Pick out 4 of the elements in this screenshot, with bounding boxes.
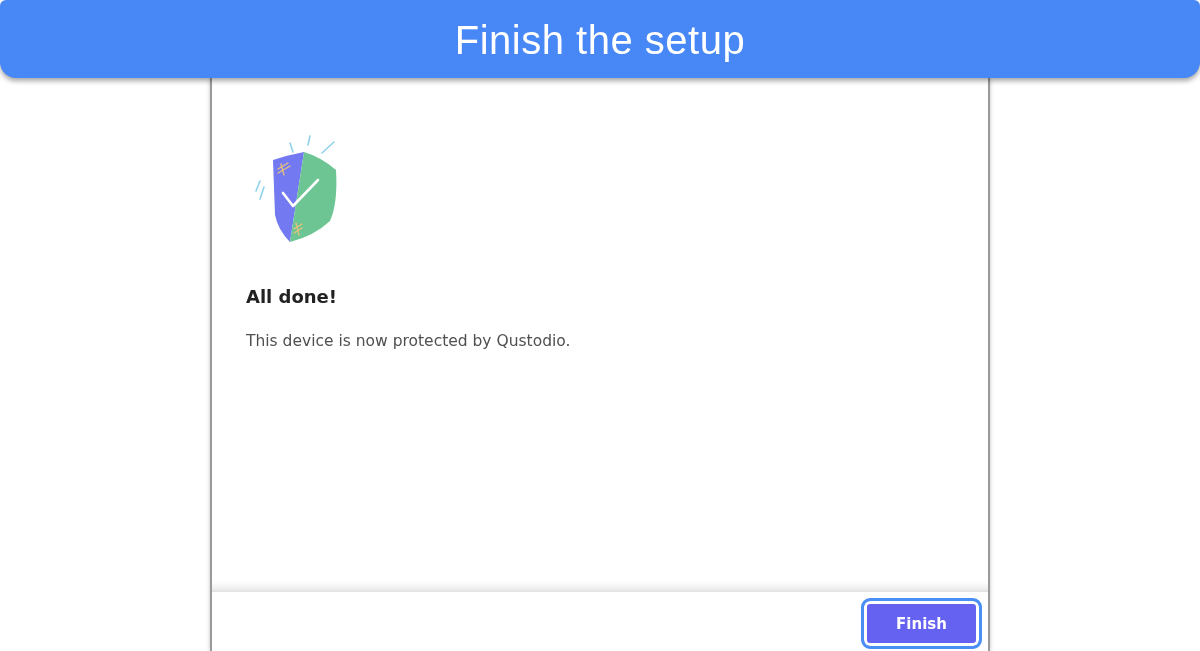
dialog-message: This device is now protected by Qustodio. bbox=[246, 331, 571, 351]
finish-button[interactable]: Finish bbox=[861, 598, 982, 649]
dialog-heading: All done! bbox=[246, 285, 338, 309]
banner-title: Finish the setup bbox=[454, 17, 746, 64]
